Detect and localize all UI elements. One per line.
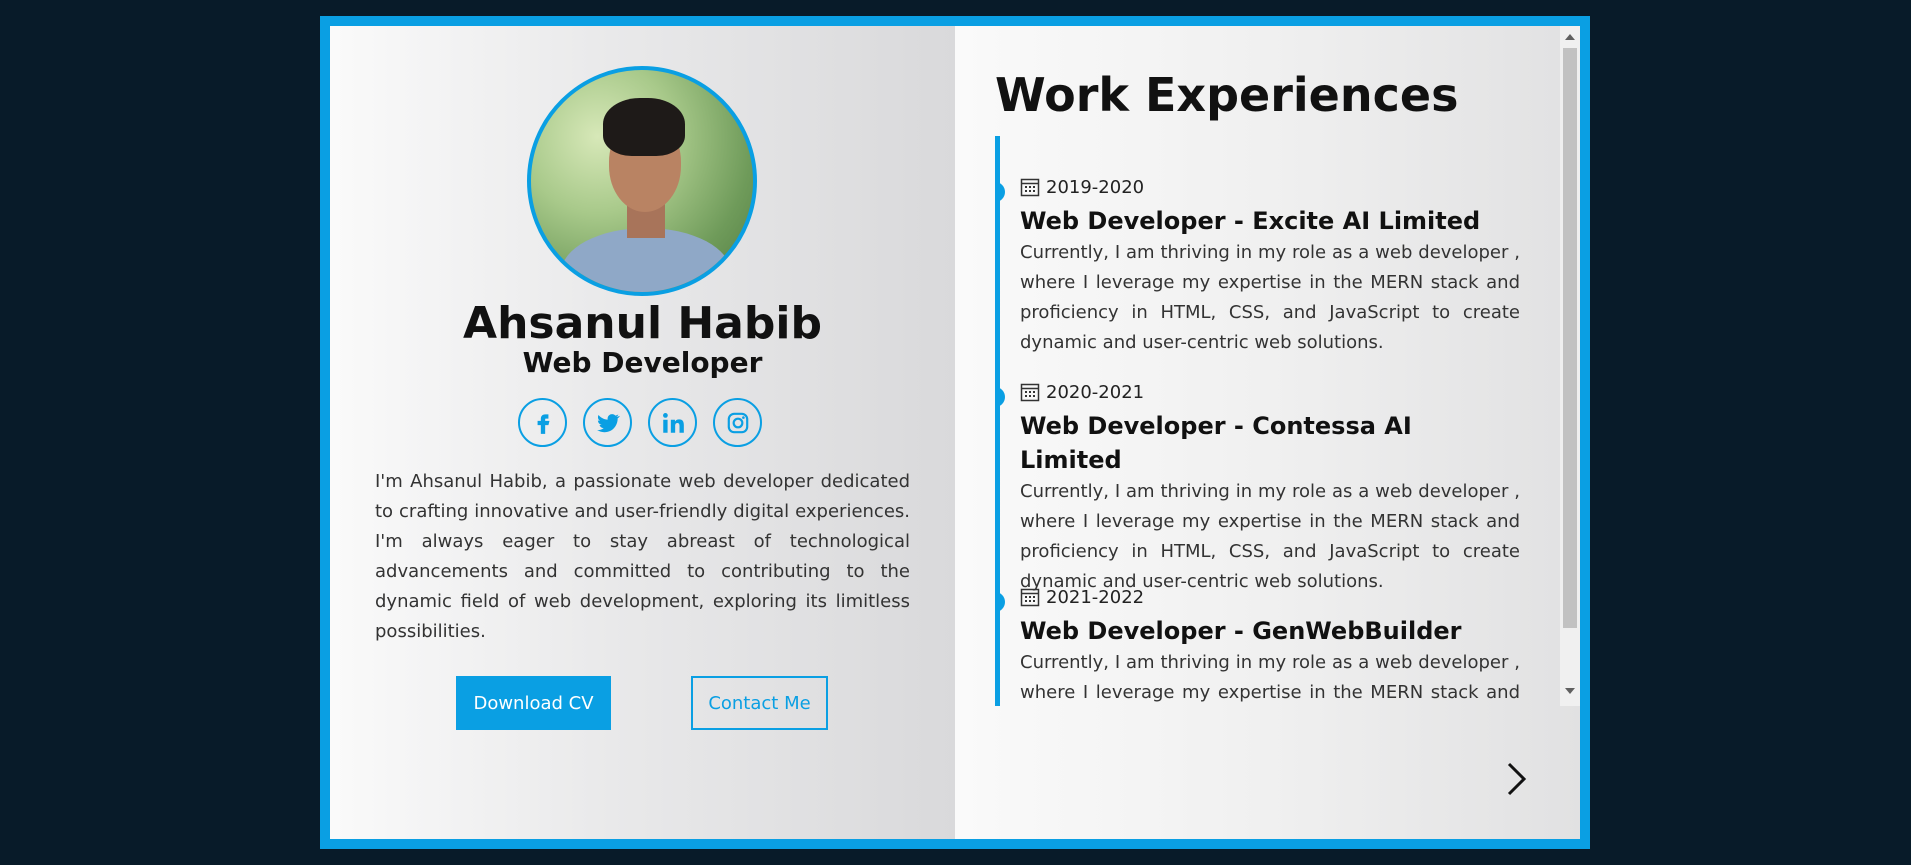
avatar [527,66,757,296]
timeline-job-title: Web Developer - GenWebBuilder [1020,617,1462,645]
timeline-description: Currently, I am thriving in my role as a… [1020,242,1520,353]
calendar-icon [1020,588,1040,607]
timeline-job-title: Web Developer - Contessa AI Limited [1020,412,1412,474]
facebook-icon[interactable] [518,398,567,447]
profile-page: Ahsanul Habib Web Developer I'm Ahsanul … [330,26,955,839]
work-title: Work Experiences [995,68,1459,122]
timeline-description: Currently, I am thriving in my role as a… [1020,481,1520,592]
social-links [518,398,762,447]
timeline-scrollbar[interactable] [1560,26,1580,706]
timeline-scroll-area[interactable]: 2019-2020 Web Developer - Excite AI Limi… [995,136,1520,706]
timeline-date: 2021-2022 [1046,586,1145,608]
book-frame: Ahsanul Habib Web Developer I'm Ahsanul … [320,16,1590,849]
linkedin-icon[interactable] [648,398,697,447]
scroll-down-icon[interactable] [1565,688,1575,694]
timeline-date: 2020-2021 [1046,381,1145,403]
timeline-item: 2021-2022 Web Developer - GenWebBuilder … [995,582,1520,706]
profile-bio: I'm Ahsanul Habib, a passionate web deve… [375,471,910,642]
profile-name: Ahsanul Habib [463,298,822,349]
timeline-dot [995,592,1005,612]
work-page: Work Experiences 2019-2020 Web Developer… [955,26,1580,839]
timeline-job-title: Web Developer - Excite AI Limited [1020,207,1481,235]
book-inner: Ahsanul Habib Web Developer I'm Ahsanul … [330,26,1580,839]
timeline-description: Currently, I am thriving in my role as a… [1020,652,1520,703]
scrollbar-thumb[interactable] [1563,48,1577,628]
instagram-icon[interactable] [713,398,762,447]
timeline-dot [995,387,1005,407]
timeline-item: 2020-2021 Web Developer - Contessa AI Li… [995,377,1520,597]
timeline-date: 2019-2020 [1046,176,1145,198]
contact-me-button[interactable]: Contact Me [691,676,828,730]
profile-role: Web Developer [522,346,763,379]
timeline-item: 2019-2020 Web Developer - Excite AI Limi… [995,172,1520,358]
timeline-dot [995,182,1005,202]
twitter-icon[interactable] [583,398,632,447]
next-page-icon[interactable] [1500,759,1530,799]
timeline-line [995,136,1000,706]
calendar-icon [1020,383,1040,402]
scroll-up-icon[interactable] [1565,34,1575,40]
download-cv-button[interactable]: Download CV [456,676,611,730]
calendar-icon [1020,178,1040,197]
